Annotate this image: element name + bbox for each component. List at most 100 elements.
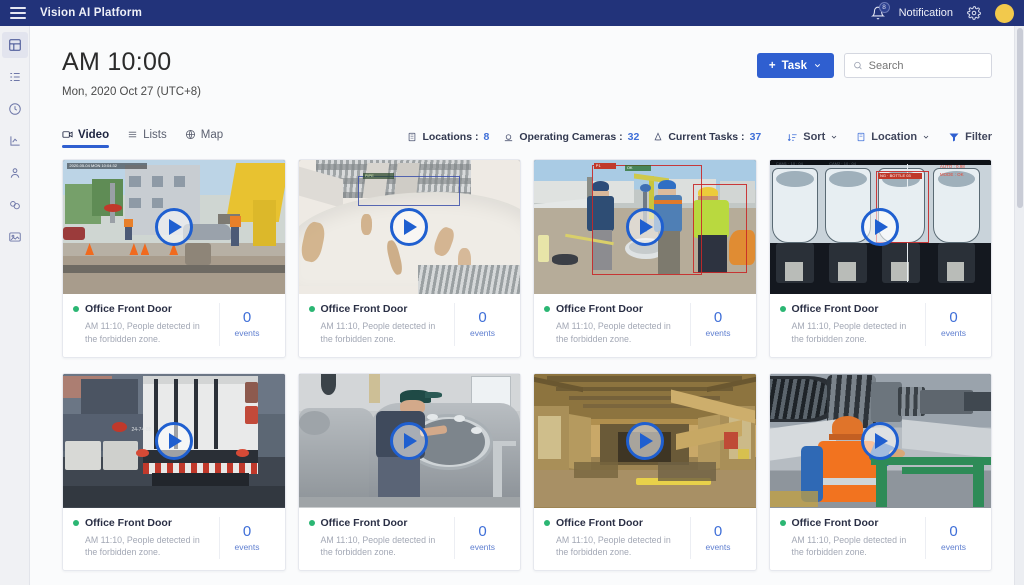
camera-description: AM 11:10, People detected in the forbidd… — [320, 321, 436, 344]
stat-locations-label: Locations : — [422, 131, 479, 143]
play-icon[interactable] — [625, 421, 664, 460]
events-counter[interactable]: 0 events — [454, 516, 510, 559]
camera-card[interactable]: Office Front Door AM 11:10, People detec… — [768, 372, 992, 571]
events-counter[interactable]: 0 events — [689, 303, 746, 346]
tab-video[interactable]: Video — [62, 128, 110, 148]
clock-block: AM 10:00 Mon, 2020 Oct 27 (UTC+8) — [62, 48, 201, 98]
camera-name: Office Front Door — [556, 303, 643, 315]
events-label: events — [469, 328, 496, 339]
card-info: Office Front Door AM 11:10, People detec… — [770, 294, 992, 357]
notification-label[interactable]: Notification — [899, 7, 953, 19]
video-thumbnail[interactable]: NG · BOTTLE 03 AUTO : 0.98 MODE : OK CAM… — [769, 160, 991, 294]
camera-name: Office Front Door — [556, 516, 643, 529]
top-bar: Vision AI Platform 8 Notification — [0, 0, 1024, 26]
tab-map[interactable]: Map — [185, 129, 223, 146]
status-dot — [779, 306, 786, 312]
add-task-button[interactable]: + Task — [756, 53, 834, 78]
scrollbar-thumb[interactable] — [1017, 28, 1023, 208]
search-input[interactable] — [868, 59, 983, 72]
camera-name-row: Office Front Door — [308, 517, 449, 529]
video-thumbnail[interactable]: P1 OK — [534, 160, 756, 294]
page-scrollbar[interactable] — [1014, 26, 1024, 585]
building-icon — [857, 132, 865, 142]
camera-card[interactable]: P1 OK Office Front Door AM 11:10, People… — [533, 159, 757, 358]
card-info: Office Front Door AM 11:10, People detec… — [299, 294, 521, 357]
events-counter[interactable]: 0 events — [218, 303, 275, 346]
camera-description: AM 11:10, People detected in the forbidd… — [791, 534, 907, 558]
task-icon — [654, 132, 662, 141]
play-icon[interactable] — [861, 208, 900, 246]
camera-description: AM 11:10, People detected in the forbidd… — [556, 534, 671, 558]
location-control[interactable]: Location — [856, 131, 930, 143]
hamburger-menu-icon[interactable] — [10, 7, 26, 19]
video-thumbnail[interactable]: PIPE — [298, 160, 520, 294]
camera-card[interactable]: Office Front Door AM 11:10, People detec… — [297, 372, 521, 571]
events-counter[interactable]: 0 events — [218, 516, 275, 559]
events-counter[interactable]: 0 events — [454, 303, 510, 346]
status-dot — [308, 519, 315, 526]
camera-description: AM 11:10, People detected in the forbidd… — [791, 321, 907, 344]
video-thumbnail[interactable]: 2020-05-04 MON 10:04:32 — [63, 160, 285, 294]
tab-lists-label: Lists — [143, 128, 167, 141]
video-thumbnail[interactable]: 24-74-88 — [63, 373, 285, 508]
camera-card[interactable]: PIPE Office Front Door AM 11:10, People … — [297, 159, 521, 358]
chevron-down-icon — [923, 135, 929, 139]
play-icon[interactable] — [390, 421, 429, 460]
sidebar-item-history[interactable] — [2, 96, 28, 122]
video-thumbnail[interactable] — [769, 373, 991, 508]
sidebar-item-users[interactable] — [2, 160, 28, 186]
events-counter[interactable]: 0 events — [925, 516, 981, 559]
filter-icon — [949, 133, 959, 142]
video-thumbnail[interactable] — [298, 373, 520, 508]
camera-card[interactable]: 24-74-88 Office Front Door AM 11:10, Peo… — [62, 372, 286, 571]
events-count: 0 — [949, 309, 958, 327]
camera-card[interactable]: NG · BOTTLE 03 AUTO : 0.98 MODE : OK CAM… — [768, 159, 992, 358]
sidebar-item-reports[interactable] — [2, 224, 28, 250]
user-avatar[interactable] — [995, 3, 1014, 23]
events-counter[interactable]: 0 events — [925, 303, 981, 346]
tab-lists[interactable]: Lists — [127, 129, 167, 146]
camera-card[interactable]: Office Front Door AM 11:10, People detec… — [533, 372, 757, 571]
globe-icon — [185, 129, 195, 140]
camera-name-row: Office Front Door — [544, 303, 684, 315]
header-actions: + Task — [756, 48, 992, 78]
play-icon[interactable] — [390, 208, 429, 246]
stat-tasks-label: Current Tasks : — [668, 131, 745, 143]
camera-name: Office Front Door — [320, 303, 408, 315]
status-dot — [544, 306, 550, 312]
status-dot — [308, 306, 315, 312]
video-thumbnail[interactable] — [534, 373, 756, 508]
camera-name-row: Office Front Door — [73, 517, 213, 529]
card-info: Office Front Door AM 11:10, People detec… — [63, 294, 285, 357]
sidebar-item-devices[interactable] — [2, 192, 28, 218]
events-counter[interactable]: 0 events — [689, 516, 746, 559]
filter-control[interactable]: Filter — [948, 131, 992, 143]
events-count: 0 — [713, 522, 723, 540]
events-count: 0 — [478, 309, 487, 327]
list-icon — [128, 131, 137, 138]
events-count: 0 — [478, 522, 487, 540]
events-label: events — [234, 541, 260, 552]
play-icon[interactable] — [154, 208, 193, 246]
filter-label: Filter — [965, 131, 992, 143]
camera-name-row: Office Front Door — [779, 303, 920, 315]
events-count: 0 — [242, 522, 252, 540]
notification-bell-icon[interactable]: 8 — [870, 2, 890, 20]
sidebar-item-lists[interactable] — [2, 64, 28, 90]
play-icon[interactable] — [154, 421, 193, 460]
sort-control[interactable]: Sort — [787, 131, 838, 143]
search-box[interactable] — [844, 53, 992, 78]
camera-description: AM 11:10, People detected in the forbidd… — [85, 534, 200, 558]
location-label: Location — [871, 131, 918, 143]
settings-gear-icon[interactable] — [967, 6, 981, 20]
tab-video-label: Video — [78, 128, 110, 141]
camera-grid: 2020-05-04 MON 10:04:32 Office Front Doo… — [62, 159, 992, 571]
camera-description: AM 11:10, People detected in the forbidd… — [320, 534, 436, 558]
play-icon[interactable] — [861, 421, 900, 460]
card-info: Office Front Door AM 11:10, People detec… — [534, 508, 756, 571]
camera-card[interactable]: 2020-05-04 MON 10:04:32 Office Front Doo… — [62, 159, 286, 358]
play-icon[interactable] — [625, 208, 664, 246]
status-dot — [544, 519, 550, 526]
sidebar-item-dashboard[interactable] — [1, 32, 28, 58]
sidebar-item-analytics[interactable] — [2, 128, 28, 154]
